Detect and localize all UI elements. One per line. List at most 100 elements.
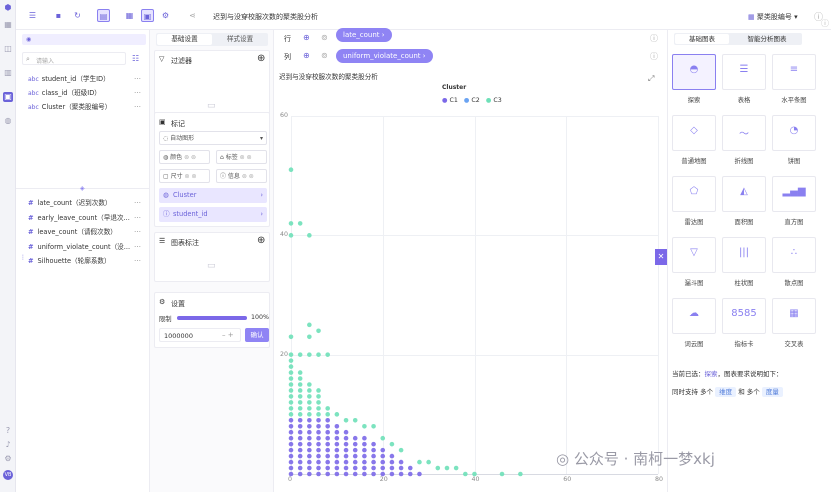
scatter-point[interactable]: [297, 370, 303, 375]
scatter-point[interactable]: [307, 382, 312, 387]
scatter-point[interactable]: [398, 465, 404, 471]
scatter-point[interactable]: [316, 388, 321, 393]
scatter-point[interactable]: [297, 352, 303, 357]
scatter-point[interactable]: [288, 441, 294, 447]
legend-item[interactable]: ● C3: [486, 97, 502, 104]
scatter-point[interactable]: [435, 465, 441, 471]
student-id-tag[interactable]: ⓘ student_id ›: [159, 207, 267, 222]
add-row-icon[interactable]: ⊕: [303, 33, 310, 42]
scatter-point[interactable]: [316, 328, 321, 334]
more-icon[interactable]: …: [134, 197, 141, 205]
measure-field[interactable]: # early_leave_count（早退次...: [28, 212, 130, 222]
scatter-point[interactable]: [325, 447, 330, 453]
scatter-point[interactable]: [288, 221, 294, 226]
scatter-point[interactable]: [307, 233, 312, 238]
annotation-section[interactable]: ☰ 图表标注 ⊕ ▭: [154, 232, 270, 282]
scatter-point[interactable]: [334, 459, 340, 465]
chart-type-tile[interactable]: ▂▄▆: [772, 176, 816, 212]
scatter-point[interactable]: [426, 459, 431, 465]
scatter-point[interactable]: [307, 394, 312, 399]
scatter-point[interactable]: [307, 465, 312, 471]
scatter-point[interactable]: [334, 441, 340, 447]
scatter-point[interactable]: [352, 453, 358, 459]
scatter-point[interactable]: [343, 471, 349, 477]
chart-view-icon[interactable]: ▣: [141, 9, 154, 22]
scatter-point[interactable]: [362, 435, 367, 441]
scatter-point[interactable]: [297, 435, 303, 441]
menu-icon[interactable]: ☰: [26, 9, 39, 22]
limit-input[interactable]: 1000000– +: [159, 328, 241, 342]
scatter-point[interactable]: [297, 412, 303, 417]
scatter-point[interactable]: [343, 465, 349, 471]
col-field-pill[interactable]: uniform_violate_count ›: [336, 49, 433, 63]
scatter-point[interactable]: [316, 471, 321, 477]
chart-type-tile[interactable]: |||: [722, 237, 766, 273]
scatter-point[interactable]: [389, 465, 395, 471]
tab-basic-charts[interactable]: 基础图表: [675, 34, 729, 44]
scatter-point[interactable]: [316, 400, 321, 405]
scatter-point[interactable]: [316, 453, 321, 459]
globe-icon[interactable]: ◍: [3, 116, 13, 126]
scatter-point[interactable]: [352, 471, 358, 477]
row-info-icon[interactable]: ⓘ: [650, 33, 658, 44]
scatter-point[interactable]: [288, 406, 294, 411]
chart-type-tile[interactable]: ▦: [772, 298, 816, 334]
scatter-point[interactable]: [288, 352, 294, 357]
label-chip[interactable]: ⌂ 标签 ⊚ ⊚: [216, 150, 267, 164]
scatter-point[interactable]: [362, 471, 367, 477]
search-input[interactable]: ⌕ 请输入: [22, 52, 126, 65]
scatter-point[interactable]: [325, 406, 330, 411]
scatter-point[interactable]: [288, 394, 294, 399]
scatter-point[interactable]: [380, 471, 386, 477]
scatter-point[interactable]: [288, 435, 294, 441]
scatter-point[interactable]: [307, 429, 312, 435]
scatter-point[interactable]: [398, 459, 404, 465]
more-icon[interactable]: …: [134, 87, 141, 95]
chart-type-tile[interactable]: ∴: [772, 237, 816, 273]
scatter-point[interactable]: [343, 447, 349, 453]
scatter-point[interactable]: [297, 465, 303, 471]
scatter-point[interactable]: [297, 459, 303, 465]
legend-item[interactable]: ● C1: [442, 97, 458, 104]
measure-field[interactable]: # late_count（迟到次数）: [28, 197, 112, 207]
scatter-point[interactable]: [288, 167, 294, 172]
scatter-point[interactable]: [307, 435, 312, 441]
scatter-point[interactable]: [325, 465, 330, 471]
scatter-point[interactable]: [307, 352, 312, 357]
scatter-point[interactable]: [407, 471, 413, 477]
scatter-point[interactable]: [334, 471, 340, 477]
scatter-point[interactable]: [288, 334, 294, 340]
scatter-point[interactable]: [316, 406, 321, 411]
scatter-point[interactable]: [307, 412, 312, 417]
chart-type-tile[interactable]: ◭: [722, 176, 766, 212]
scatter-point[interactable]: [297, 441, 303, 447]
scatter-point[interactable]: [518, 471, 523, 477]
scatter-point[interactable]: [297, 376, 303, 381]
scatter-point[interactable]: [352, 447, 358, 453]
scatter-point[interactable]: [316, 423, 321, 429]
scatter-point[interactable]: [316, 352, 321, 357]
filter-fields-icon[interactable]: ☷: [132, 54, 139, 63]
more-icon[interactable]: …: [134, 226, 141, 234]
scatter-point[interactable]: [307, 459, 312, 465]
folder-icon[interactable]: ▣: [3, 92, 13, 102]
measure-field[interactable]: # Silhouette（轮廓系数）: [28, 255, 111, 265]
scatter-point[interactable]: [362, 465, 367, 471]
scatter-point[interactable]: [325, 429, 330, 435]
chart-type-tile[interactable]: 8585: [722, 298, 766, 334]
scatter-point[interactable]: [316, 394, 321, 399]
scatter-point[interactable]: [297, 221, 303, 226]
chart-type-tile[interactable]: ◓: [672, 54, 716, 90]
scatter-point[interactable]: [343, 418, 349, 423]
chart-type-tile[interactable]: ▽: [672, 237, 716, 273]
scatter-point[interactable]: [371, 453, 376, 459]
chart-icon[interactable]: ▥: [3, 68, 13, 78]
scatter-point[interactable]: [325, 459, 330, 465]
scatter-point[interactable]: [316, 435, 321, 441]
more-icon[interactable]: …: [134, 73, 141, 81]
scatter-point[interactable]: [380, 465, 386, 471]
measure-field[interactable]: # uniform_violate_count（没...: [28, 241, 130, 251]
close-panel-button[interactable]: ✕: [655, 249, 667, 265]
splitter-handle-icon[interactable]: ◈: [80, 185, 85, 192]
scatter-point[interactable]: [307, 471, 312, 477]
